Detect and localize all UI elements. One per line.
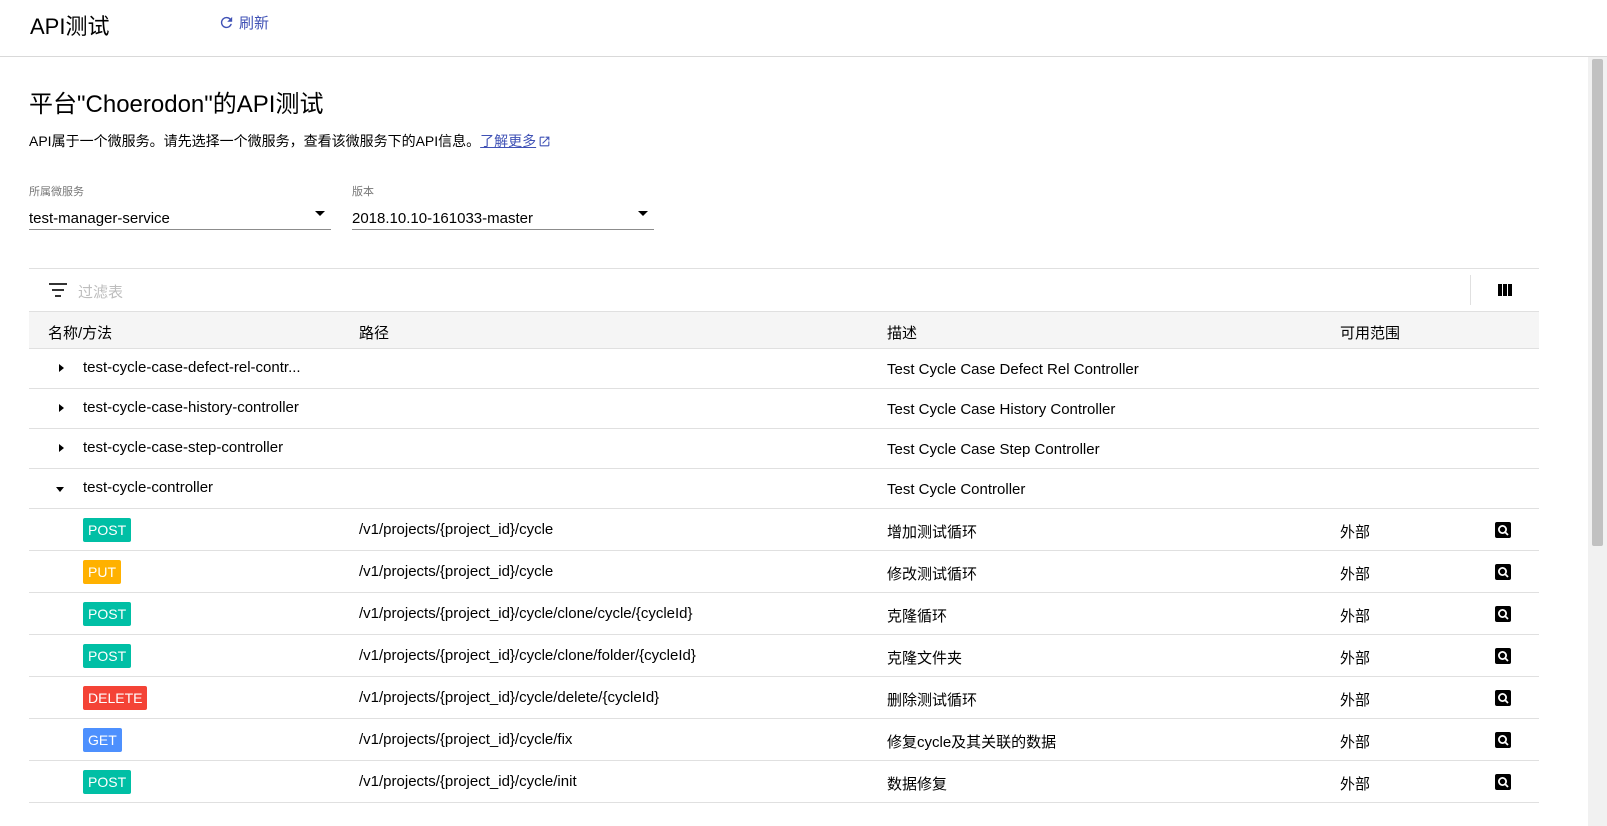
method-badge: DELETE — [83, 686, 148, 710]
filter-divider — [1470, 275, 1471, 305]
api-scope: 外部 — [1340, 650, 1371, 667]
api-desc: 增加测试循环 — [887, 524, 978, 541]
api-scope: 外部 — [1340, 566, 1371, 583]
service-select-value: test-manager-service — [29, 210, 170, 227]
caret-down-icon — [315, 211, 325, 216]
version-select-value: 2018.10.10-161033-master — [352, 210, 533, 227]
api-desc: 数据修复 — [887, 776, 948, 793]
description-text: API属于一个微服务。请先选择一个微服务，查看该微服务下的API信息。 — [29, 133, 481, 149]
caret-right-icon[interactable] — [59, 444, 64, 452]
controller-name: test-cycle-case-step-controller — [83, 439, 284, 456]
method-badge: PUT — [83, 560, 121, 584]
api-path: /v1/projects/{project_id}/cycle — [359, 563, 554, 580]
api-desc: 克隆文件夹 — [887, 650, 963, 667]
api-row[interactable]: POST/v1/projects/{project_id}/cycle 增加测试循… — [29, 509, 1539, 551]
api-detail-icon[interactable] — [1495, 690, 1511, 706]
method-badge: GET — [83, 728, 122, 752]
filter-icon — [49, 283, 67, 297]
header-title: API测试 — [30, 14, 110, 39]
column-header-path[interactable]: 路径 — [359, 322, 389, 343]
api-scope: 外部 — [1340, 776, 1371, 793]
column-header-scope[interactable]: 可用范围 — [1340, 322, 1400, 343]
scrollbar-thumb[interactable] — [1592, 59, 1603, 546]
api-row[interactable]: POST/v1/projects/{project_id}/cycle/clon… — [29, 635, 1539, 677]
api-scope: 外部 — [1340, 692, 1371, 709]
filter-bar: 过滤表 — [29, 269, 1539, 312]
filter-input[interactable]: 过滤表 — [78, 281, 123, 302]
controller-desc: Test Cycle Case Defect Rel Controller — [887, 361, 1139, 378]
api-desc: 修改测试循环 — [887, 566, 978, 583]
page-description: API属于一个微服务。请先选择一个微服务，查看该微服务下的API信息。了解更多 — [29, 131, 551, 151]
controller-name: test-cycle-case-history-controller — [83, 399, 299, 416]
top-header: API测试 刷新 — [0, 0, 1607, 57]
api-desc: 删除测试循环 — [887, 692, 978, 709]
api-path: /v1/projects/{project_id}/cycle/clone/fo… — [359, 647, 696, 664]
api-row[interactable]: PUT/v1/projects/{project_id}/cycle 修改测试循环… — [29, 551, 1539, 593]
controller-desc: Test Cycle Controller — [887, 481, 1026, 498]
controller-row[interactable]: test-cycle-controller Test Cycle Controll… — [29, 469, 1539, 509]
api-path: /v1/projects/{project_id}/cycle/fix — [359, 731, 573, 748]
service-select-label: 所属微服务 — [29, 186, 84, 198]
refresh-icon — [220, 16, 233, 29]
api-detail-icon[interactable] — [1495, 564, 1511, 580]
service-select[interactable]: 所属微服务 test-manager-service — [29, 182, 331, 230]
api-detail-icon[interactable] — [1495, 732, 1511, 748]
api-scope: 外部 — [1340, 608, 1371, 625]
table-header: 名称/方法 路径 描述 可用范围 — [29, 312, 1539, 349]
learn-more-link[interactable]: 了解更多 — [480, 133, 551, 149]
api-detail-icon[interactable] — [1495, 522, 1511, 538]
page-title: 平台"Choerodon"的API测试 — [29, 91, 324, 118]
caret-right-icon[interactable] — [59, 404, 64, 412]
learn-more-label: 了解更多 — [480, 133, 537, 149]
api-table: 过滤表 名称/方法 路径 描述 可用范围 test-cycle-case-def… — [29, 268, 1539, 803]
caret-right-icon[interactable] — [59, 364, 64, 372]
table-body: test-cycle-case-defect-rel-contr... Test … — [29, 349, 1539, 803]
api-row[interactable]: POST/v1/projects/{project_id}/cycle/init… — [29, 761, 1539, 803]
api-detail-icon[interactable] — [1495, 606, 1511, 622]
api-desc: 克隆循环 — [887, 608, 948, 625]
api-path: /v1/projects/{project_id}/cycle/clone/cy… — [359, 605, 693, 622]
api-row[interactable]: GET/v1/projects/{project_id}/cycle/fix 修复… — [29, 719, 1539, 761]
column-header-name[interactable]: 名称/方法 — [48, 322, 112, 343]
controller-desc: Test Cycle Case History Controller — [887, 401, 1116, 418]
api-scope: 外部 — [1340, 524, 1371, 541]
caret-down-icon[interactable] — [56, 487, 64, 492]
column-header-desc[interactable]: 描述 — [887, 322, 917, 343]
api-row[interactable]: POST/v1/projects/{project_id}/cycle/clon… — [29, 593, 1539, 635]
external-link-icon — [539, 136, 550, 147]
controller-row[interactable]: test-cycle-case-history-controller Test C… — [29, 389, 1539, 429]
refresh-label: 刷新 — [239, 15, 270, 32]
controller-desc: Test Cycle Case Step Controller — [887, 441, 1100, 458]
refresh-button[interactable]: 刷新 — [218, 12, 269, 33]
vertical-scrollbar[interactable] — [1588, 57, 1607, 826]
api-path: /v1/projects/{project_id}/cycle/init — [359, 773, 577, 790]
controller-name: test-cycle-case-defect-rel-contr... — [83, 359, 301, 376]
api-detail-icon[interactable] — [1495, 774, 1511, 790]
api-path: /v1/projects/{project_id}/cycle/delete/{… — [359, 689, 660, 706]
api-desc: 修复cycle及其关联的数据 — [887, 734, 1057, 751]
method-badge: POST — [83, 770, 132, 794]
controller-row[interactable]: test-cycle-case-defect-rel-contr... Test … — [29, 349, 1539, 389]
caret-down-icon — [638, 211, 648, 216]
api-detail-icon[interactable] — [1495, 648, 1511, 664]
api-row[interactable]: DELETE/v1/projects/{project_id}/cycle/de… — [29, 677, 1539, 719]
controller-row[interactable]: test-cycle-case-step-controller Test Cycl… — [29, 429, 1539, 469]
api-scope: 外部 — [1340, 734, 1371, 751]
version-select[interactable]: 版本 2018.10.10-161033-master — [352, 182, 654, 230]
method-badge: POST — [83, 602, 132, 626]
columns-icon[interactable] — [1498, 284, 1512, 296]
controller-name: test-cycle-controller — [83, 479, 214, 496]
api-path: /v1/projects/{project_id}/cycle — [359, 521, 554, 538]
method-badge: POST — [83, 644, 132, 668]
version-select-label: 版本 — [352, 186, 374, 198]
method-badge: POST — [83, 518, 132, 542]
